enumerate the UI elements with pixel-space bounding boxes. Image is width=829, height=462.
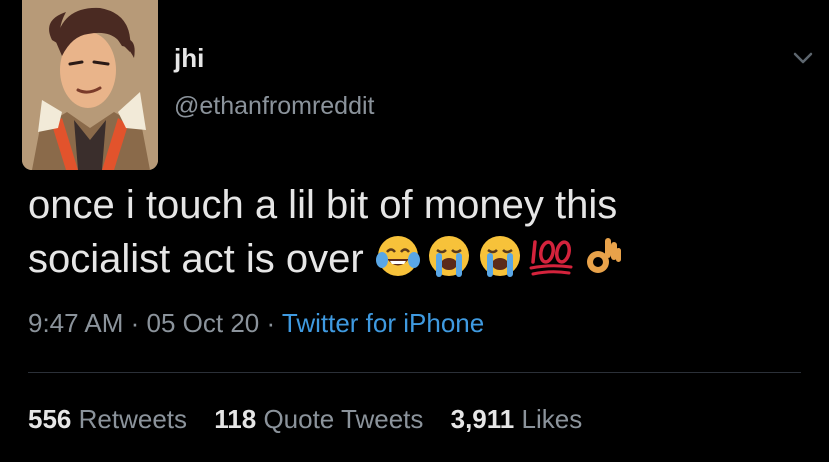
emoji-row	[374, 232, 626, 280]
likes-stat[interactable]: 3,911 Likes	[451, 404, 583, 434]
divider	[28, 372, 801, 373]
quote-tweets-count: 118	[214, 404, 257, 434]
tweet-text: once i touch a lil bit of money this soc…	[28, 178, 818, 286]
tweet-source-link[interactable]: Twitter for iPhone	[282, 308, 484, 338]
chevron-down-icon[interactable]	[790, 48, 816, 68]
tweet-date[interactable]: 05 Oct 20	[147, 308, 260, 338]
meta-separator: ·	[123, 308, 147, 338]
retweets-stat[interactable]: 556 Retweets	[28, 404, 187, 434]
tweet-text-line-2: socialist act is over	[28, 232, 818, 286]
likes-label: Likes	[521, 404, 583, 434]
loudly-crying-face-icon	[428, 236, 469, 277]
face-with-tears-of-joy-icon	[375, 236, 420, 276]
loudly-crying-face-icon	[479, 236, 520, 277]
tweet-stats: 556 Retweets 118 Quote Tweets 3,911 Like…	[28, 404, 602, 435]
hundred-points-icon	[529, 240, 573, 276]
retweets-count: 556	[28, 404, 72, 434]
tweet-text-line-2-words: socialist act is over	[28, 237, 364, 281]
retweets-label: Retweets	[78, 404, 188, 434]
avatar-illustration	[22, 0, 158, 170]
quote-tweets-label: Quote Tweets	[263, 404, 424, 434]
tweet-time[interactable]: 9:47 AM	[28, 308, 123, 338]
display-name[interactable]: jhi	[174, 43, 204, 74]
ok-hand-icon	[586, 238, 621, 273]
avatar[interactable]	[22, 0, 158, 170]
quote-tweets-stat[interactable]: 118 Quote Tweets	[214, 404, 423, 434]
likes-count: 3,911	[450, 404, 515, 434]
tweet-text-line-1: once i touch a lil bit of money this	[28, 183, 618, 227]
meta-separator: ·	[259, 308, 282, 338]
user-handle[interactable]: @ethanfromreddit	[174, 92, 374, 121]
tweet-meta: 9:47 AM · 05 Oct 20 · Twitter for iPhone	[28, 308, 484, 339]
